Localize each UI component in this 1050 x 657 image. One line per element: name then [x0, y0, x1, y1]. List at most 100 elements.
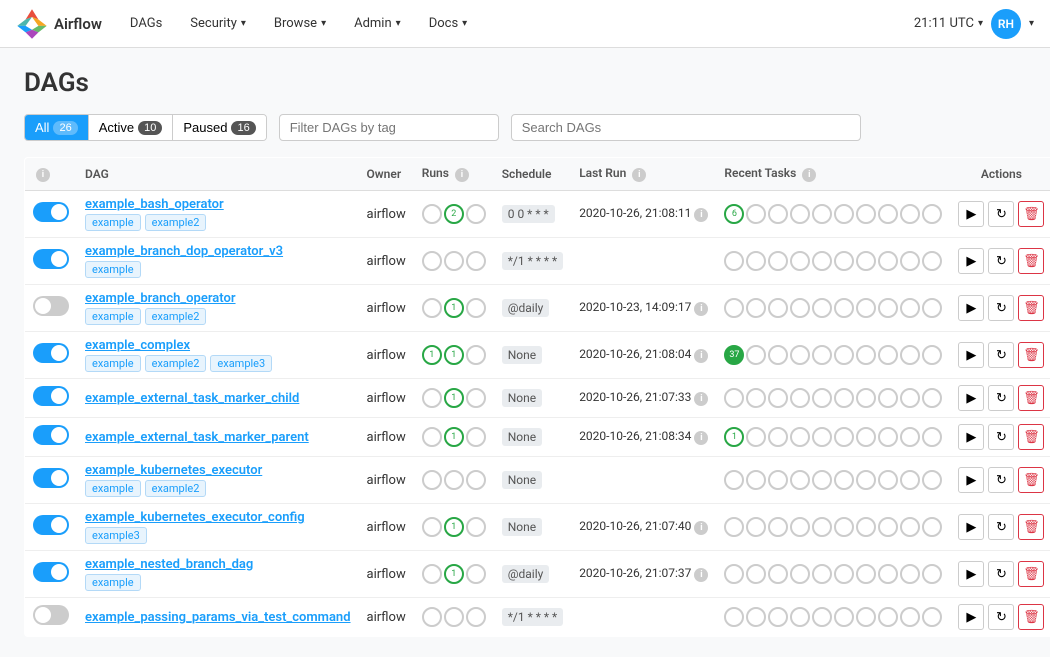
recent-circle[interactable]	[834, 564, 854, 584]
recent-circle[interactable]	[768, 388, 788, 408]
delete-dag-button[interactable]: 🗑	[1018, 604, 1044, 630]
recent-circle[interactable]	[724, 470, 744, 490]
recent-circle[interactable]	[922, 298, 942, 318]
recent-circle[interactable]	[768, 345, 788, 365]
recent-circle[interactable]	[790, 388, 810, 408]
run-circle[interactable]: 1	[444, 298, 464, 318]
trigger-dag-button[interactable]: ▶	[958, 467, 984, 493]
recent-circle[interactable]	[724, 517, 744, 537]
recent-circle[interactable]	[922, 470, 942, 490]
recent-circle[interactable]	[812, 470, 832, 490]
recent-circle[interactable]: 37	[724, 345, 744, 365]
recent-circle[interactable]	[812, 251, 832, 271]
recent-circle[interactable]	[746, 298, 766, 318]
dag-tag[interactable]: example2	[145, 214, 207, 231]
brand[interactable]: Airflow	[16, 8, 102, 40]
delete-dag-button[interactable]: 🗑	[1018, 248, 1044, 274]
recent-circle[interactable]	[768, 427, 788, 447]
recent-circle[interactable]	[790, 517, 810, 537]
delete-dag-button[interactable]: 🗑	[1018, 467, 1044, 493]
recent-circle[interactable]	[834, 388, 854, 408]
recent-circle[interactable]	[724, 388, 744, 408]
trigger-dag-button[interactable]: ▶	[958, 201, 984, 227]
run-circle[interactable]: 1	[444, 345, 464, 365]
recent-circle[interactable]	[900, 564, 920, 584]
recent-circle[interactable]	[878, 345, 898, 365]
dag-tag[interactable]: example3	[210, 355, 272, 372]
delete-dag-button[interactable]: 🗑	[1018, 514, 1044, 540]
run-circle[interactable]	[466, 345, 486, 365]
run-circle[interactable]	[466, 204, 486, 224]
recent-circle[interactable]	[812, 345, 832, 365]
dag-tag[interactable]: example3	[85, 527, 147, 544]
recent-circle[interactable]	[878, 298, 898, 318]
run-circle[interactable]	[422, 204, 442, 224]
refresh-dag-button[interactable]: ↻	[988, 201, 1014, 227]
refresh-dag-button[interactable]: ↻	[988, 604, 1014, 630]
recent-circle[interactable]	[856, 517, 876, 537]
recent-circle[interactable]	[812, 388, 832, 408]
dag-toggle[interactable]	[33, 249, 69, 269]
trigger-dag-button[interactable]: ▶	[958, 604, 984, 630]
recent-circle[interactable]	[856, 564, 876, 584]
recent-circle[interactable]: 1	[724, 427, 744, 447]
recent-circle[interactable]	[922, 388, 942, 408]
dag-name-link[interactable]: example_kubernetes_executor	[85, 463, 351, 478]
recent-circle[interactable]	[812, 517, 832, 537]
dag-toggle[interactable]	[33, 386, 69, 406]
recent-circle[interactable]	[856, 427, 876, 447]
run-circle[interactable]: 1	[444, 517, 464, 537]
refresh-dag-button[interactable]: ↻	[988, 467, 1014, 493]
delete-dag-button[interactable]: 🗑	[1018, 424, 1044, 450]
recent-circle[interactable]	[922, 564, 942, 584]
recent-circle[interactable]	[746, 251, 766, 271]
dag-toggle[interactable]	[33, 515, 69, 535]
recent-circle[interactable]	[834, 517, 854, 537]
recent-circle[interactable]	[790, 607, 810, 627]
run-circle[interactable]	[422, 251, 442, 271]
dag-toggle[interactable]	[33, 425, 69, 445]
dag-name-link[interactable]: example_branch_dop_operator_v3	[85, 244, 351, 259]
delete-dag-button[interactable]: 🗑	[1018, 295, 1044, 321]
recent-circle[interactable]	[834, 298, 854, 318]
dag-tag[interactable]: example	[85, 308, 141, 325]
delete-dag-button[interactable]: 🗑	[1018, 561, 1044, 587]
recent-circle[interactable]	[900, 607, 920, 627]
dag-toggle[interactable]	[33, 202, 69, 222]
recent-circle[interactable]	[790, 345, 810, 365]
dag-toggle[interactable]	[33, 605, 69, 625]
recent-circle[interactable]	[746, 204, 766, 224]
recent-circle[interactable]	[878, 517, 898, 537]
recent-circle[interactable]	[724, 564, 744, 584]
recent-circle[interactable]	[724, 251, 744, 271]
run-circle[interactable]	[466, 427, 486, 447]
recent-circle[interactable]	[834, 345, 854, 365]
run-circle[interactable]	[466, 517, 486, 537]
run-circle[interactable]: 1	[444, 427, 464, 447]
dag-name-link[interactable]: example_branch_operator	[85, 291, 351, 306]
recent-circle[interactable]	[856, 298, 876, 318]
recent-circle[interactable]	[922, 607, 942, 627]
recent-circle[interactable]	[768, 517, 788, 537]
tab-paused[interactable]: Paused 16	[173, 115, 265, 140]
dag-toggle[interactable]	[33, 562, 69, 582]
recent-circle[interactable]	[922, 251, 942, 271]
run-circle[interactable]	[422, 517, 442, 537]
run-circle[interactable]	[422, 564, 442, 584]
recent-circle[interactable]	[922, 345, 942, 365]
nav-admin[interactable]: Admin ▾	[342, 0, 413, 48]
recent-circle[interactable]	[834, 204, 854, 224]
run-circle[interactable]: 2	[444, 204, 464, 224]
recent-circle[interactable]	[834, 251, 854, 271]
run-circle[interactable]	[422, 470, 442, 490]
refresh-dag-button[interactable]: ↻	[988, 342, 1014, 368]
dag-name-link[interactable]: example_complex	[85, 338, 351, 353]
recent-circle[interactable]	[746, 345, 766, 365]
dag-toggle[interactable]	[33, 343, 69, 363]
th-dag[interactable]: DAG	[77, 158, 359, 191]
run-circle[interactable]	[422, 298, 442, 318]
th-runs[interactable]: Runs i	[414, 158, 494, 191]
th-recent[interactable]: Recent Tasks i	[716, 158, 950, 191]
nav-dags[interactable]: DAGs	[118, 0, 174, 48]
recent-circle[interactable]	[834, 427, 854, 447]
